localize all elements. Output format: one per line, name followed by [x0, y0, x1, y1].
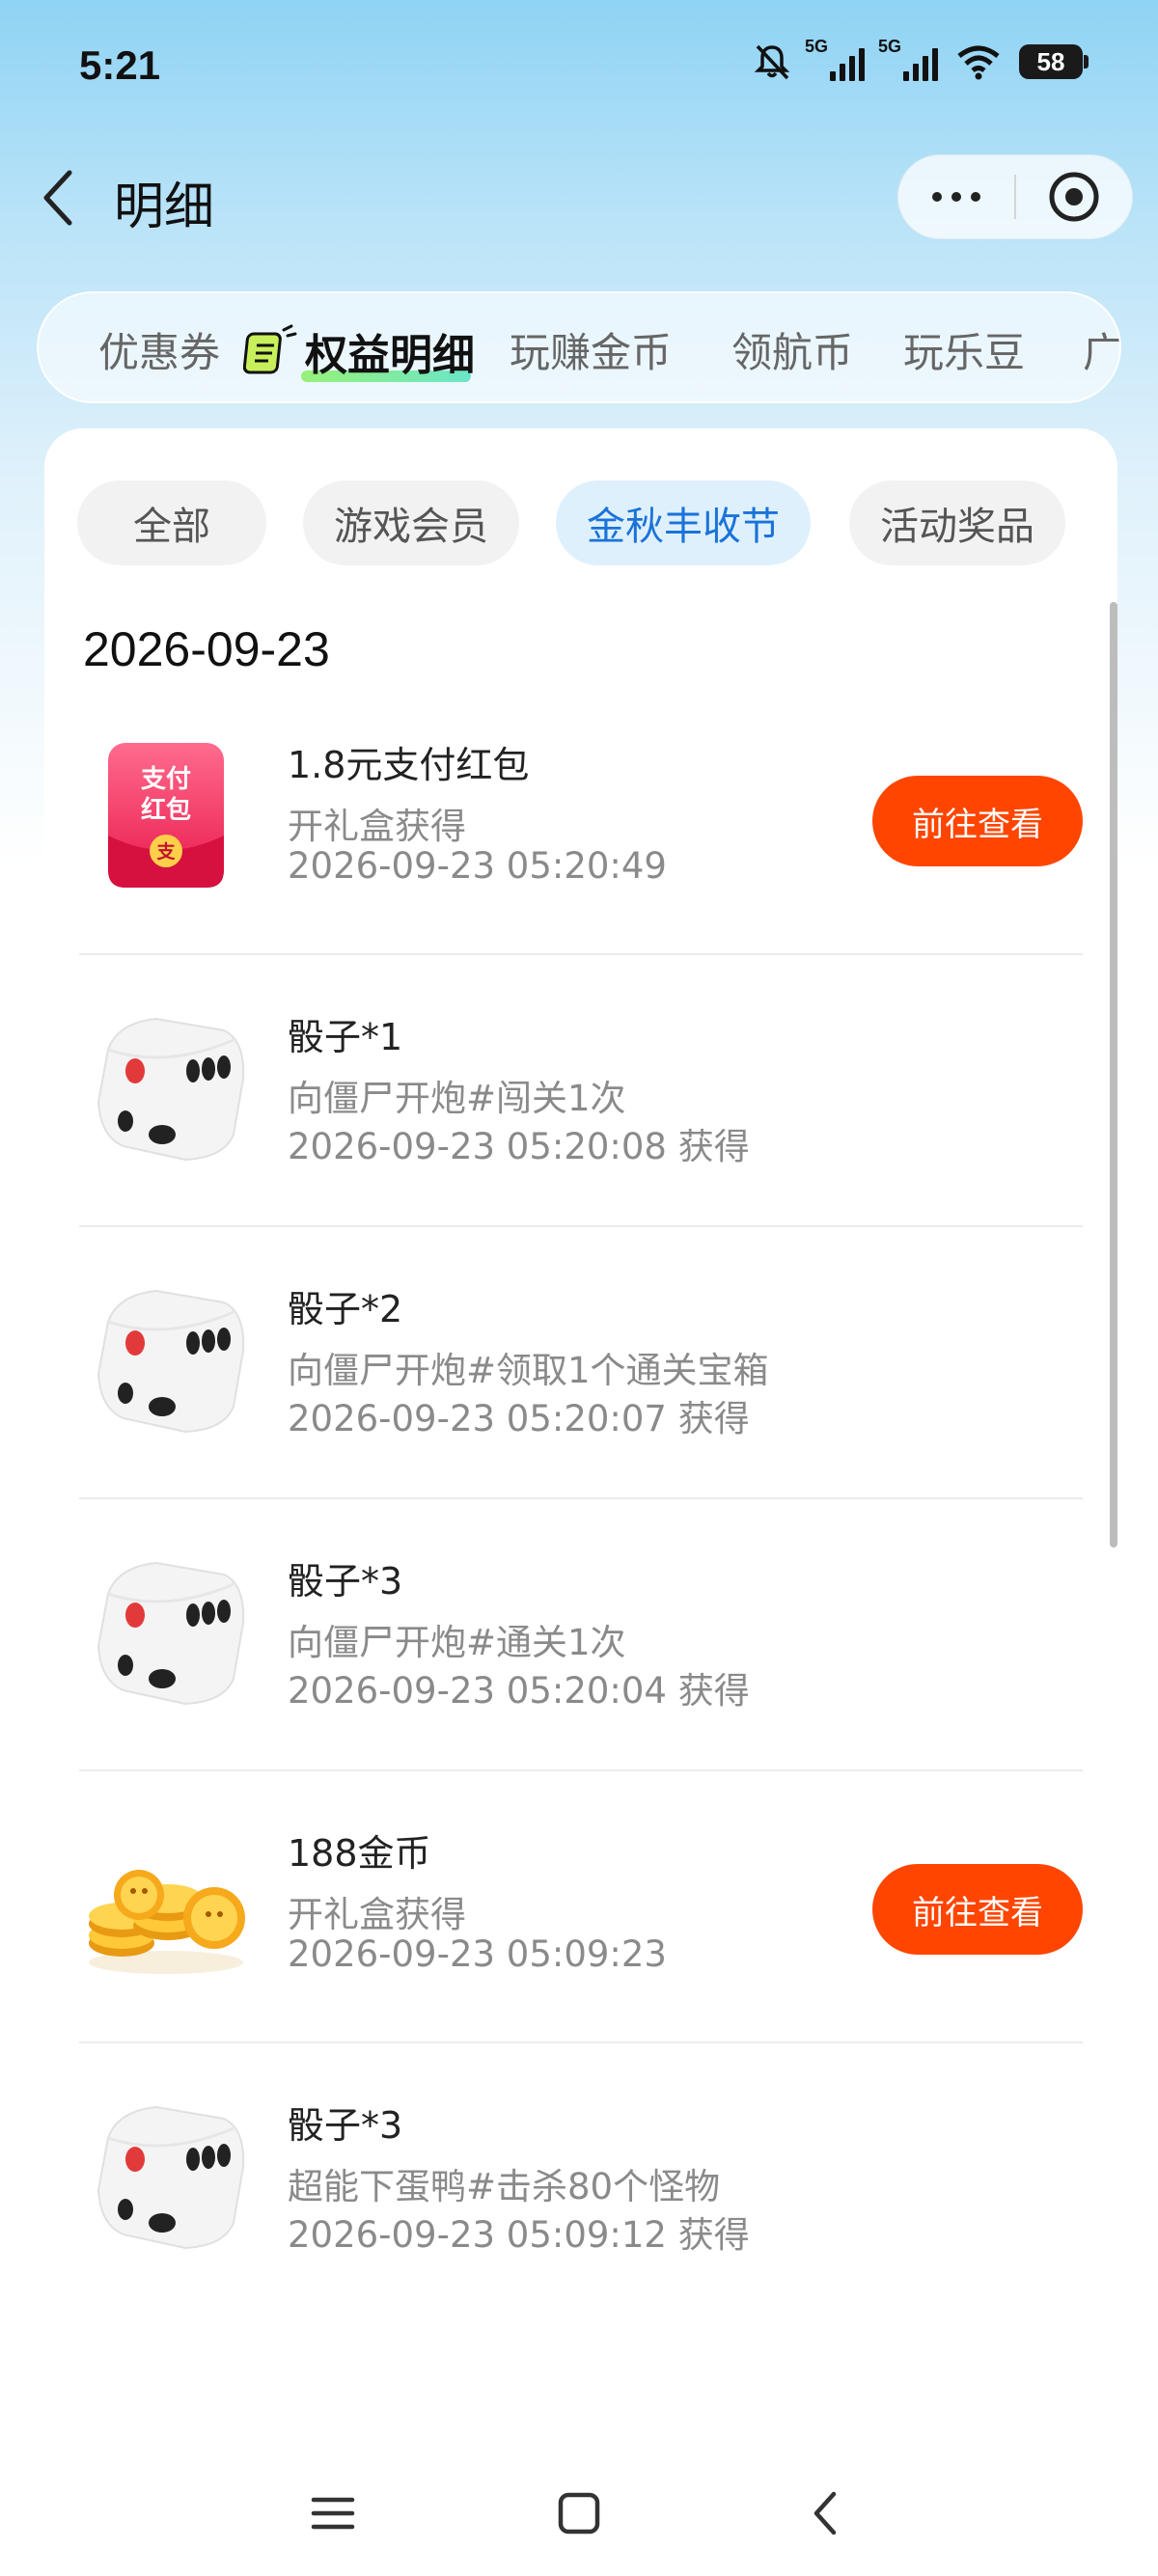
view-button[interactable]: 前往查看 [872, 776, 1083, 866]
list-item: 支 支付 红包 1.8元支付红包 开礼盒获得 2026-09-23 05:20:… [79, 683, 1083, 955]
tab-coupons[interactable]: 优惠券 [98, 320, 220, 379]
record-time: 2026-09-23 05:20:49 [288, 845, 667, 887]
mini-program-capsule [897, 154, 1133, 239]
record-subtitle: 超能下蛋鸭#击杀80个怪物 [288, 2166, 721, 2207]
more-icon [932, 192, 942, 202]
target-icon [1049, 172, 1099, 222]
page-title: 明细 [114, 178, 215, 236]
menu-button[interactable] [290, 2470, 376, 2557]
more-button[interactable] [898, 154, 1014, 239]
tab-ads[interactable]: 广 [1083, 320, 1119, 379]
record-time: 2026-09-23 05:09:23 [288, 1933, 667, 1975]
record-title: 骰子*3 [288, 1560, 403, 1603]
signal-icon: 5G [878, 37, 938, 81]
book-icon [243, 324, 297, 374]
list-item: 骰子*2 向僵尸开炮#领取1个通关宝箱 2026-09-23 05:20:07 … [79, 1227, 1083, 1499]
dice-icon [79, 1274, 253, 1447]
red-envelope-icon: 支 支付 红包 [79, 729, 253, 903]
record-title: 骰子*2 [288, 1288, 403, 1330]
list-item: 骰子*3 超能下蛋鸭#击杀80个怪物 2026-09-23 05:09:12 获… [79, 2043, 1083, 2316]
close-mini-program-button[interactable] [1016, 154, 1132, 239]
tab-earn-coins[interactable]: 玩赚金币 [510, 320, 672, 379]
home-icon [558, 2492, 600, 2535]
date-header: 2026-09-23 [83, 622, 330, 676]
status-time: 5:21 [79, 42, 161, 88]
svg-text:支: 支 [155, 841, 176, 863]
record-time: 2026-09-23 05:20:08 获得 [288, 1126, 750, 1167]
list-item: 188金币 开礼盒获得 2026-09-23 05:09:23 前往查看 [79, 1771, 1083, 2043]
back-icon [813, 2491, 837, 2535]
list-item: 骰子*1 向僵尸开炮#闯关1次 2026-09-23 05:20:08 获得 [79, 955, 1083, 1227]
svg-text:红包: 红包 [141, 795, 191, 825]
record-subtitle: 向僵尸开炮#通关1次 [288, 1622, 626, 1663]
record-time: 2026-09-23 05:20:07 获得 [288, 1398, 750, 1439]
record-subtitle: 向僵尸开炮#领取1个通关宝箱 [288, 1350, 769, 1391]
svg-text:支付: 支付 [141, 765, 191, 794]
records-card: 全部 游戏会员 金秋丰收节 活动奖品 2026-09-23 支 支付 红包 1.… [44, 428, 1117, 2431]
tab-navigator-coins[interactable]: 领航币 [731, 320, 853, 379]
filter-game-member[interactable]: 游戏会员 [303, 480, 519, 565]
record-subtitle: 向僵尸开炮#闯关1次 [288, 1078, 626, 1119]
system-nav-bar [0, 2451, 1158, 2576]
filter-all[interactable]: 全部 [77, 480, 266, 565]
dice-icon [79, 2090, 253, 2263]
dice-icon [79, 1546, 253, 1719]
menu-icon [311, 2497, 355, 2530]
filter-activity-prizes[interactable]: 活动奖品 [849, 480, 1065, 565]
tab-benefits-detail[interactable]: 权益明细 [243, 313, 475, 390]
record-time: 2026-09-23 05:20:04 获得 [288, 1670, 750, 1712]
gold-coins-icon [79, 1818, 253, 1991]
tab-benefits-detail-label: 权益明细 [305, 331, 475, 380]
back-button[interactable] [29, 166, 87, 230]
battery-icon: 58 [1019, 44, 1089, 79]
back-icon [43, 170, 72, 226]
record-title: 188金币 [288, 1832, 431, 1875]
tab-play-beans[interactable]: 玩乐豆 [903, 320, 1025, 379]
record-title: 骰子*1 [288, 1016, 403, 1058]
record-subtitle: 开礼盒获得 [288, 806, 466, 847]
list-item: 骰子*3 向僵尸开炮#通关1次 2026-09-23 05:20:04 获得 [79, 1499, 1083, 1771]
view-button[interactable]: 前往查看 [872, 1864, 1083, 1955]
record-title: 骰子*3 [288, 2104, 403, 2147]
record-time: 2026-09-23 05:09:12 获得 [288, 2214, 750, 2256]
scrollbar[interactable] [1110, 602, 1117, 1548]
wifi-icon [955, 42, 1002, 81]
signal-icon: 5G [805, 37, 865, 81]
dice-icon [79, 1001, 253, 1175]
filter-autumn-festival[interactable]: 金秋丰收节 [556, 480, 811, 565]
status-icons: 5G 5G 58 [753, 37, 1089, 81]
nav-bar: 明细 [0, 145, 1158, 251]
status-bar: 5:21 5G 5G 58 [0, 0, 1158, 135]
mute-icon [753, 42, 791, 81]
category-tab-bar: 优惠券 权益明细 玩赚金币 领航币 玩乐豆 广 [37, 291, 1121, 403]
system-back-button[interactable] [782, 2470, 868, 2557]
record-subtitle: 开礼盒获得 [288, 1894, 466, 1935]
home-button[interactable] [536, 2470, 622, 2557]
record-title: 1.8元支付红包 [288, 744, 530, 786]
